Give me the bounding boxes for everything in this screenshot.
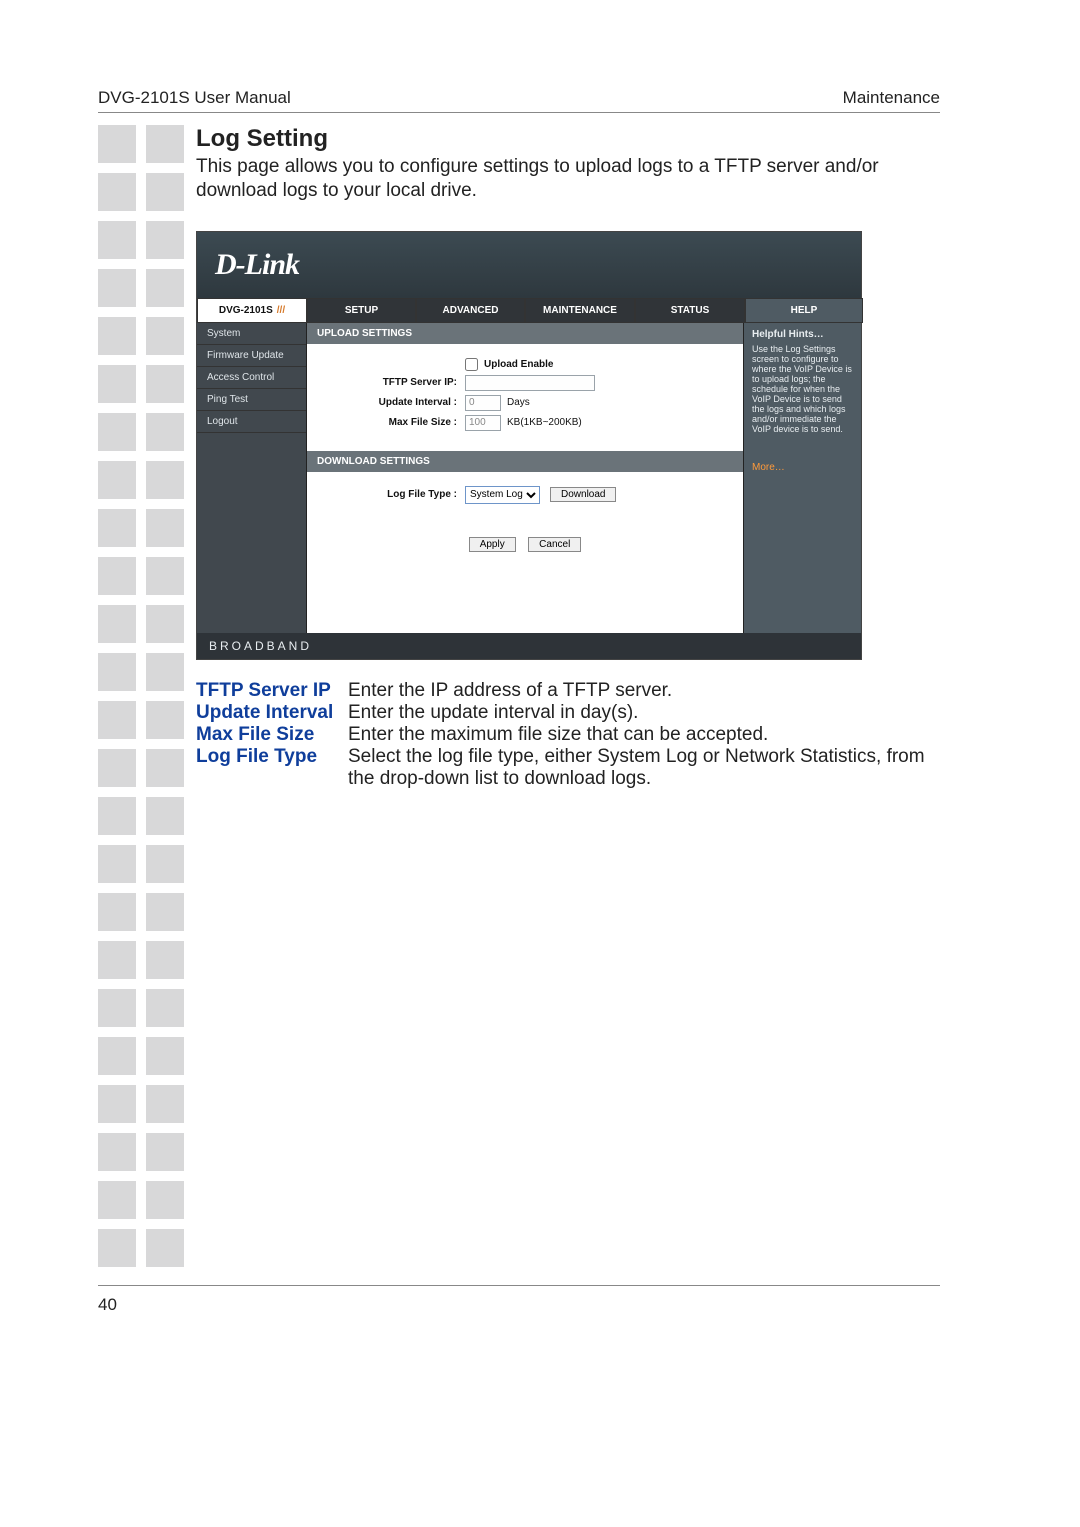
tab-help[interactable]: HELP	[745, 298, 863, 323]
tab-advanced[interactable]: ADVANCED	[416, 298, 525, 323]
log-file-type-label: Log File Type :	[315, 489, 465, 500]
page-number: 40	[98, 1295, 117, 1315]
router-banner: D-Link	[197, 232, 861, 298]
update-interval-units: Days	[507, 397, 530, 408]
tab-row: DVG-2101S /// SETUP ADVANCED MAINTENANCE…	[197, 298, 861, 323]
update-interval-label: Update Interval :	[315, 397, 465, 408]
left-nav: System Firmware Update Access Control Pi…	[197, 323, 307, 633]
nav-access[interactable]: Access Control	[197, 367, 306, 389]
desc-tftp: Enter the IP address of a TFTP server.	[348, 680, 940, 702]
page-header: DVG-2101S User Manual Maintenance	[98, 88, 940, 113]
help-title: Helpful Hints…	[752, 329, 853, 340]
model-text: DVG-2101S	[219, 305, 273, 316]
center-panel: UPLOAD SETTINGS Upload Enable TFTP Serve…	[307, 323, 743, 633]
download-settings-header: DOWNLOAD SETTINGS	[307, 451, 743, 472]
tftp-ip-input[interactable]	[465, 375, 595, 391]
upload-enable-label: Upload Enable	[484, 359, 553, 370]
section-title: Log Setting	[196, 125, 940, 153]
section-intro: This page allows you to configure settin…	[196, 155, 940, 203]
upload-enable-checkbox[interactable]	[465, 358, 478, 371]
max-file-size-label: Max File Size :	[315, 417, 465, 428]
desc-interval: Enter the update interval in day(s).	[348, 702, 940, 724]
download-button[interactable]: Download	[550, 487, 616, 502]
model-flag-icon: ///	[277, 305, 285, 316]
help-panel: Helpful Hints… Use the Log Settings scre…	[743, 323, 861, 633]
model-label: DVG-2101S ///	[197, 298, 307, 323]
tab-setup[interactable]: SETUP	[307, 298, 416, 323]
upload-settings-header: UPLOAD SETTINGS	[307, 323, 743, 344]
manual-section: Maintenance	[843, 88, 940, 108]
term-interval: Update Interval	[196, 702, 348, 724]
cancel-button[interactable]: Cancel	[528, 537, 581, 552]
field-descriptions: TFTP Server IP Enter the IP address of a…	[196, 680, 940, 790]
tab-status[interactable]: STATUS	[635, 298, 745, 323]
footer-rule	[98, 1285, 940, 1286]
update-interval-input[interactable]	[465, 395, 501, 411]
manual-title: DVG-2101S User Manual	[98, 88, 291, 108]
nav-logout[interactable]: Logout	[197, 411, 306, 433]
desc-logtype: Select the log file type, either System …	[348, 746, 940, 790]
term-maxsize: Max File Size	[196, 724, 348, 746]
desc-maxsize: Enter the maximum file size that can be …	[348, 724, 940, 746]
term-tftp: TFTP Server IP	[196, 680, 348, 702]
apply-button[interactable]: Apply	[469, 537, 516, 552]
tftp-ip-label: TFTP Server IP:	[315, 377, 465, 388]
help-body: Use the Log Settings screen to configure…	[752, 344, 853, 434]
log-file-type-select[interactable]: System Log	[465, 486, 540, 504]
nav-firmware[interactable]: Firmware Update	[197, 345, 306, 367]
max-file-size-input[interactable]	[465, 415, 501, 431]
tab-maintenance[interactable]: MAINTENANCE	[525, 298, 635, 323]
nav-ping[interactable]: Ping Test	[197, 389, 306, 411]
nav-system[interactable]: System	[197, 323, 306, 345]
left-decor-squares	[98, 125, 188, 1277]
max-file-size-units: KB(1KB~200KB)	[507, 417, 582, 428]
router-ui: D-Link DVG-2101S /// SETUP ADVANCED MAIN…	[196, 231, 862, 660]
term-logtype: Log File Type	[196, 746, 348, 790]
router-footer: BROADBAND	[197, 633, 861, 659]
dlink-logo: D-Link	[215, 248, 299, 282]
help-more-link[interactable]: More…	[752, 462, 853, 473]
